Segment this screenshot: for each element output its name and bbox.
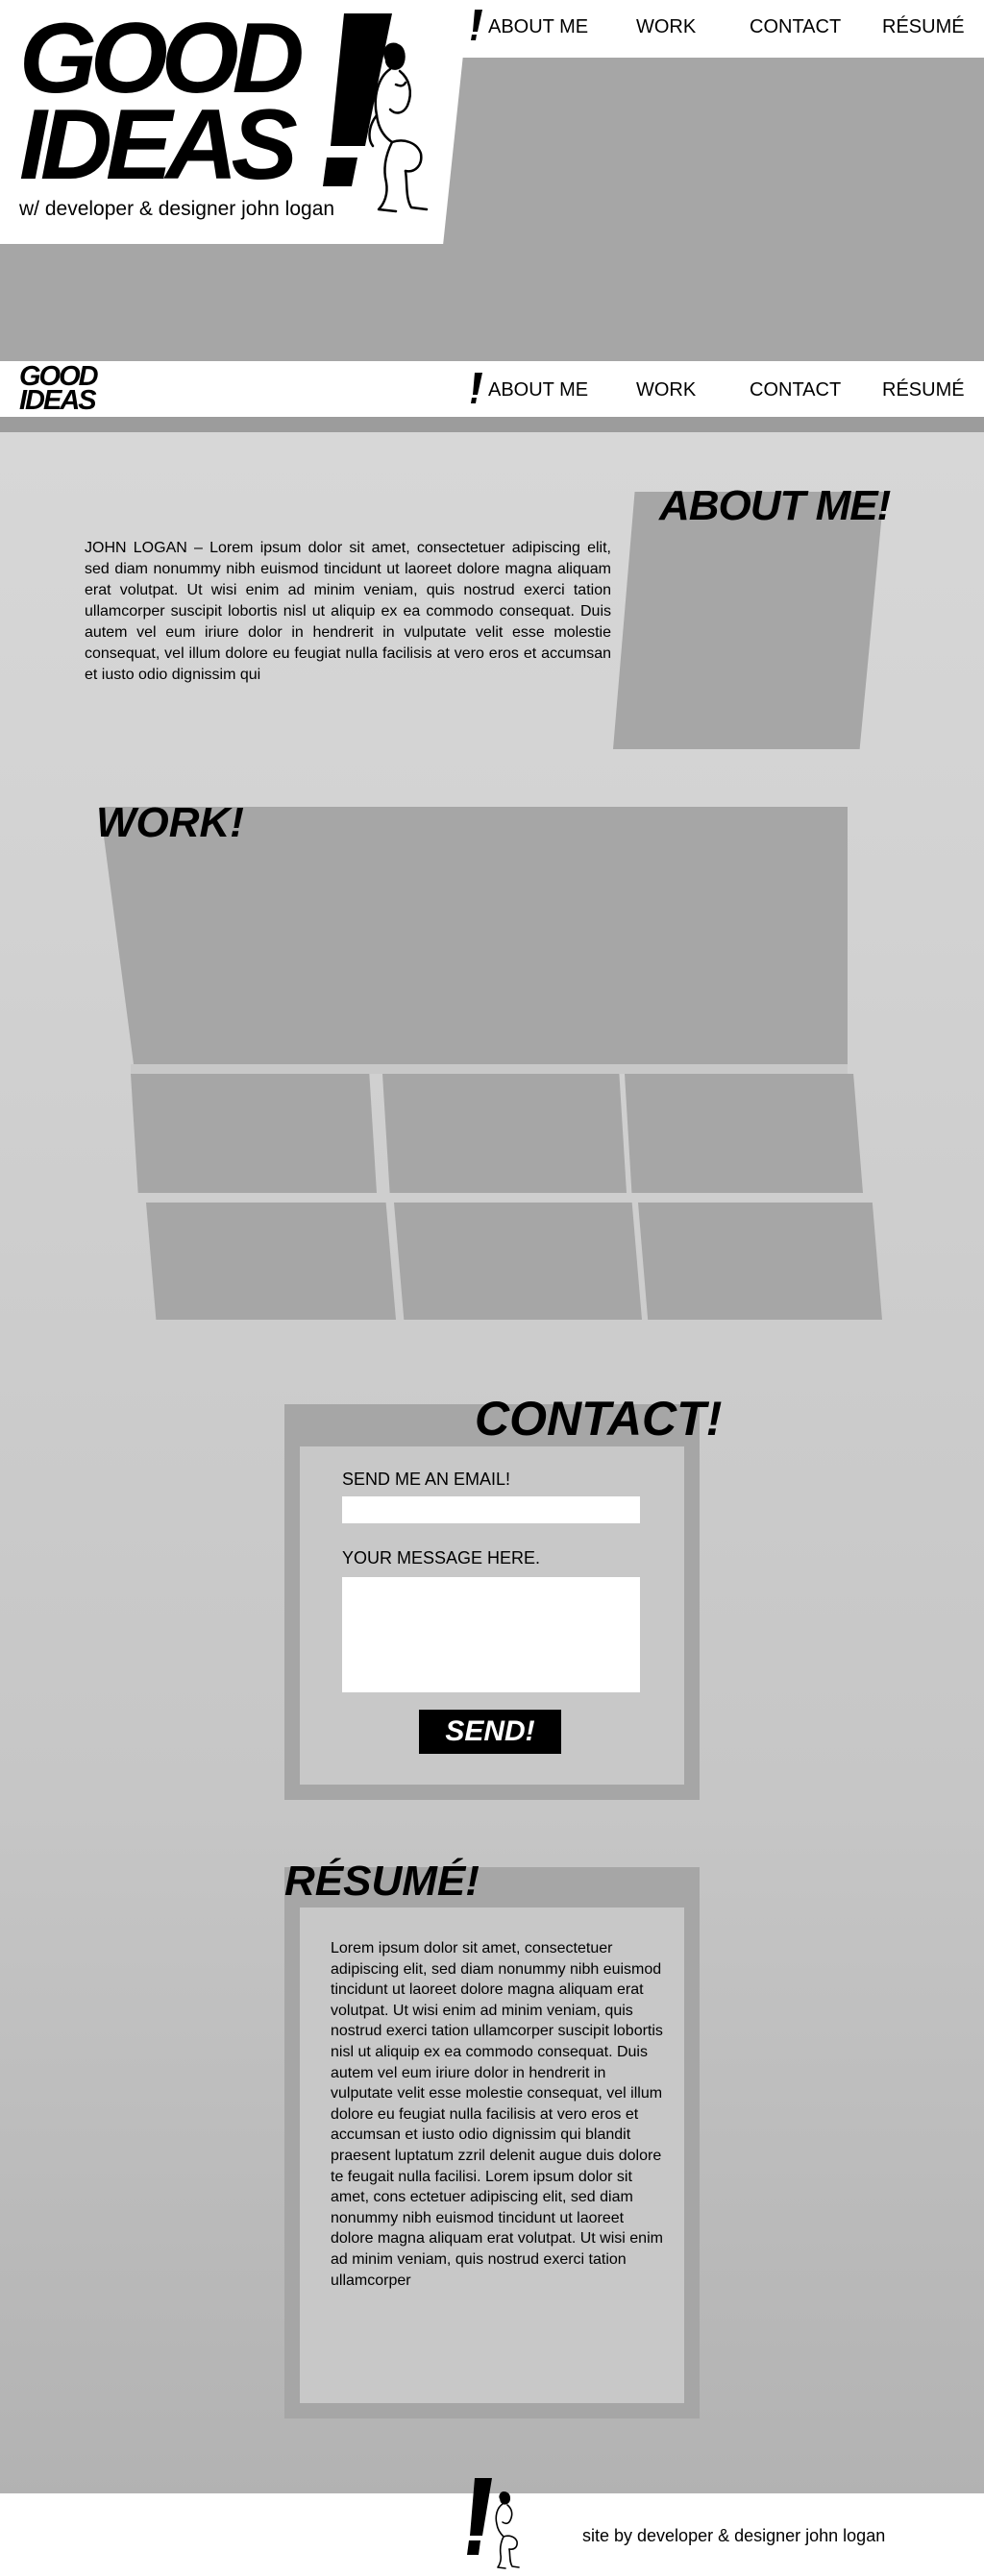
nav-work[interactable]: WORK bbox=[636, 16, 696, 38]
thinker-statue-icon bbox=[495, 2491, 520, 2569]
contact-heading: CONTACT! bbox=[475, 1392, 723, 1446]
work-thumb-1[interactable] bbox=[131, 1074, 377, 1193]
about-text: JOHN LOGAN – Lorem ipsum dolor sit amet,… bbox=[85, 538, 611, 686]
message-field[interactable] bbox=[342, 1577, 640, 1692]
about-heading: ABOUT ME! bbox=[659, 482, 891, 529]
nav-about-me[interactable]: ABOUT ME bbox=[488, 16, 588, 38]
tagline: w/ developer & designer john logan bbox=[19, 198, 335, 220]
site-logo-small[interactable]: GOOD IDEAS bbox=[19, 363, 99, 416]
resume-text: Lorem ipsum dolor sit amet, consectetuer… bbox=[331, 1940, 663, 2289]
logo-line-2: IDEAS bbox=[19, 89, 298, 201]
resume-heading: RÉSUMÉ! bbox=[284, 1858, 480, 1905]
work-divider bbox=[131, 1064, 848, 1074]
nav-resume[interactable]: RÉSUMÉ bbox=[882, 379, 965, 401]
work-thumb-4[interactable] bbox=[146, 1203, 396, 1320]
footer-credit: site by developer & designer john logan bbox=[582, 2526, 886, 2545]
message-label: YOUR MESSAGE HERE. bbox=[342, 1548, 541, 1567]
nav-contact[interactable]: CONTACT bbox=[750, 16, 841, 38]
exclamation-icon bbox=[471, 10, 482, 40]
sticky-header-shadow bbox=[0, 417, 984, 432]
exclamation-icon bbox=[471, 373, 482, 403]
thinker-statue-icon bbox=[368, 42, 429, 213]
about-photo-placeholder bbox=[613, 492, 884, 749]
nav-resume[interactable]: RÉSUMÉ bbox=[882, 16, 965, 38]
work-thumb-2[interactable] bbox=[382, 1074, 627, 1193]
site-logo[interactable]: GOOD IDEAS bbox=[19, 9, 305, 201]
work-thumb-5[interactable] bbox=[394, 1203, 642, 1320]
nav-about-me[interactable]: ABOUT ME bbox=[488, 379, 588, 401]
email-field[interactable] bbox=[342, 1496, 640, 1523]
work-thumb-6[interactable] bbox=[638, 1203, 882, 1320]
nav-contact[interactable]: CONTACT bbox=[750, 379, 841, 401]
work-heading: WORK! bbox=[96, 799, 244, 846]
send-button[interactable]: SEND! bbox=[419, 1710, 561, 1754]
email-label: SEND ME AN EMAIL! bbox=[342, 1470, 511, 1489]
logo-small-line-2: IDEAS bbox=[19, 385, 97, 416]
work-thumb-3[interactable] bbox=[625, 1074, 863, 1193]
nav-work[interactable]: WORK bbox=[636, 379, 696, 401]
about-paragraph: JOHN LOGAN – Lorem ipsum dolor sit amet,… bbox=[85, 540, 611, 683]
